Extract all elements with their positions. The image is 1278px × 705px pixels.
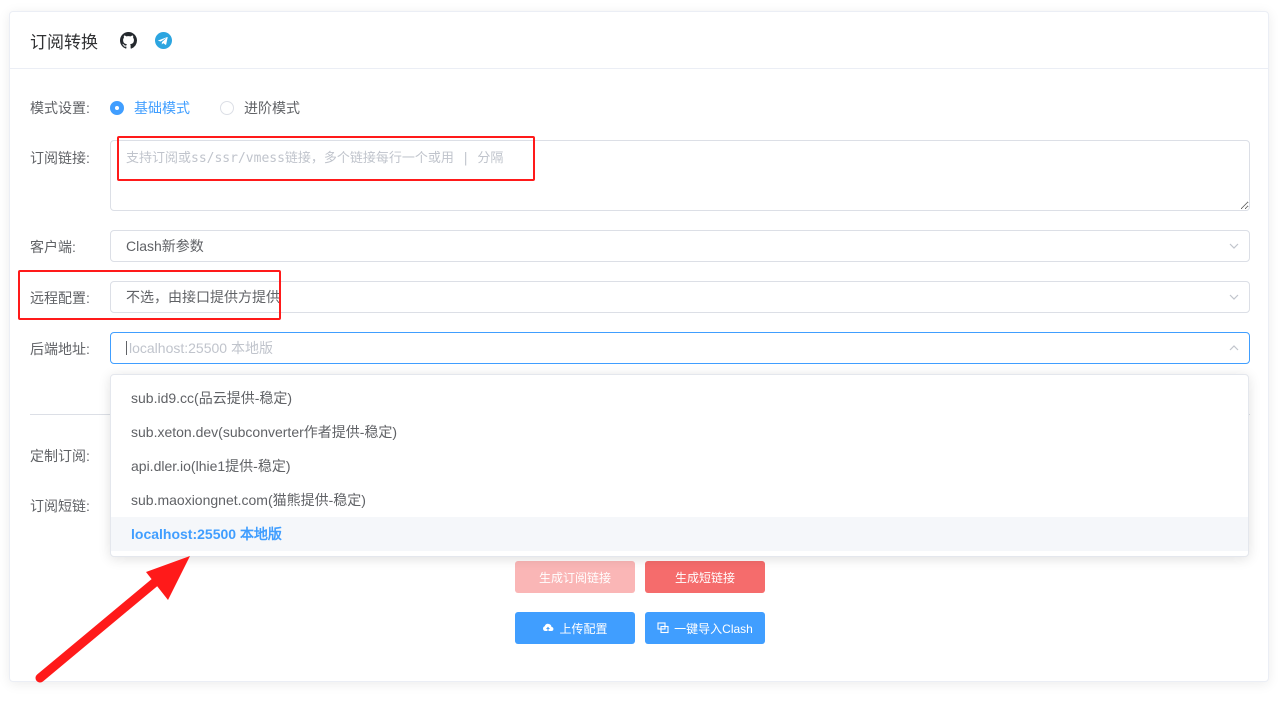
- short-link-label: 订阅短链:: [30, 498, 90, 514]
- telegram-icon[interactable]: [155, 31, 172, 49]
- backend-option[interactable]: sub.xeton.dev(subconverter作者提供-稳定): [111, 415, 1248, 449]
- generate-short-label: 生成短链接: [674, 570, 735, 585]
- generate-sub-label: 生成订阅链接: [538, 570, 611, 585]
- radio-basic-label: 基础模式: [134, 100, 190, 116]
- remote-config-select[interactable]: 不选，由接口提供方提供: [110, 281, 1250, 313]
- backend-option[interactable]: sub.maoxiongnet.com(猫熊提供-稳定): [111, 483, 1248, 517]
- cloud-upload-icon: [542, 622, 554, 634]
- client-label: 客户端:: [30, 239, 76, 255]
- radio-advanced-label: 进阶模式: [244, 100, 300, 116]
- backend-select[interactable]: localhost:25500 本地版: [110, 332, 1250, 364]
- remote-config-value: 不选，由接口提供方提供: [126, 289, 280, 305]
- backend-placeholder: localhost:25500 本地版: [129, 340, 273, 356]
- client-select-value: Clash新参数: [126, 238, 204, 254]
- generate-sub-button[interactable]: 生成订阅链接: [515, 561, 635, 593]
- client-select[interactable]: Clash新参数: [110, 230, 1250, 262]
- github-icon[interactable]: [120, 31, 137, 49]
- chevron-up-icon: [1219, 333, 1249, 363]
- page-title: 订阅转换: [30, 32, 98, 52]
- radio-dot-checked: [110, 101, 124, 115]
- card-header: 订阅转换: [10, 12, 1268, 69]
- chevron-down-icon: [1219, 282, 1249, 312]
- radio-basic-mode[interactable]: 基础模式: [110, 98, 190, 118]
- import-clash-label: 一键导入Clash: [674, 621, 753, 636]
- backend-label: 后端地址:: [30, 341, 90, 357]
- copy-icon: [657, 622, 669, 634]
- subscription-converter-card: 订阅转换 模式设置: 基础模式 进阶模式 订阅链接: 客户端: Clash新参数…: [9, 11, 1269, 682]
- subscription-label: 订阅链接:: [30, 150, 90, 166]
- radio-advanced-mode[interactable]: 进阶模式: [220, 98, 300, 118]
- chevron-down-icon: [1219, 231, 1249, 261]
- custom-sub-label: 定制订阅:: [30, 448, 90, 464]
- upload-config-label: 上传配置: [559, 621, 608, 636]
- upload-config-button[interactable]: 上传配置: [515, 612, 635, 644]
- generate-short-button[interactable]: 生成短链接: [645, 561, 765, 593]
- subscription-textarea[interactable]: [110, 140, 1250, 211]
- radio-dot: [220, 101, 234, 115]
- mode-label: 模式设置:: [30, 100, 90, 116]
- import-clash-button[interactable]: 一键导入Clash: [645, 612, 765, 644]
- remote-config-label: 远程配置:: [30, 290, 90, 306]
- text-caret: [126, 341, 127, 355]
- backend-option[interactable]: api.dler.io(lhie1提供-稳定): [111, 449, 1248, 483]
- backend-option[interactable]: sub.id9.cc(品云提供-稳定): [111, 381, 1248, 415]
- backend-dropdown: sub.id9.cc(品云提供-稳定) sub.xeton.dev(subcon…: [110, 374, 1249, 557]
- backend-option-selected[interactable]: localhost:25500 本地版: [111, 517, 1248, 551]
